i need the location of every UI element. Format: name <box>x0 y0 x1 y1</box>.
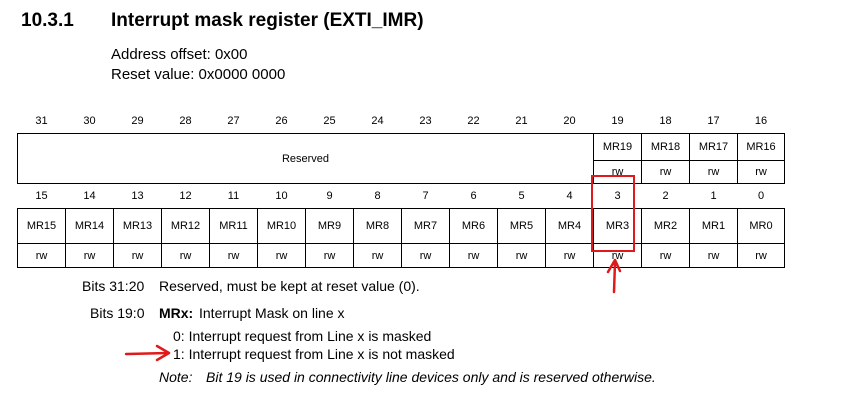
right-arrow-annotation <box>124 344 171 362</box>
bits-31-20-description: Reserved, must be kept at reset value (0… <box>159 278 420 294</box>
bits-19-0-description: Interrupt Mask on line x <box>199 305 345 321</box>
value-1-description: 1: Interrupt request from Line x is not … <box>173 346 455 362</box>
up-arrow-annotation <box>606 258 622 294</box>
value-0-description: 0: Interrupt request from Line x is mask… <box>173 328 432 344</box>
note-label: Note: <box>159 369 193 385</box>
bits-19-0-label: Bits 19:0 <box>90 305 145 321</box>
note-text: Bit 19 is used in connectivity line devi… <box>206 369 656 385</box>
bits-31-20-label: Bits 31:20 <box>82 278 145 294</box>
bits-19-0-field: MRx: <box>159 305 194 321</box>
